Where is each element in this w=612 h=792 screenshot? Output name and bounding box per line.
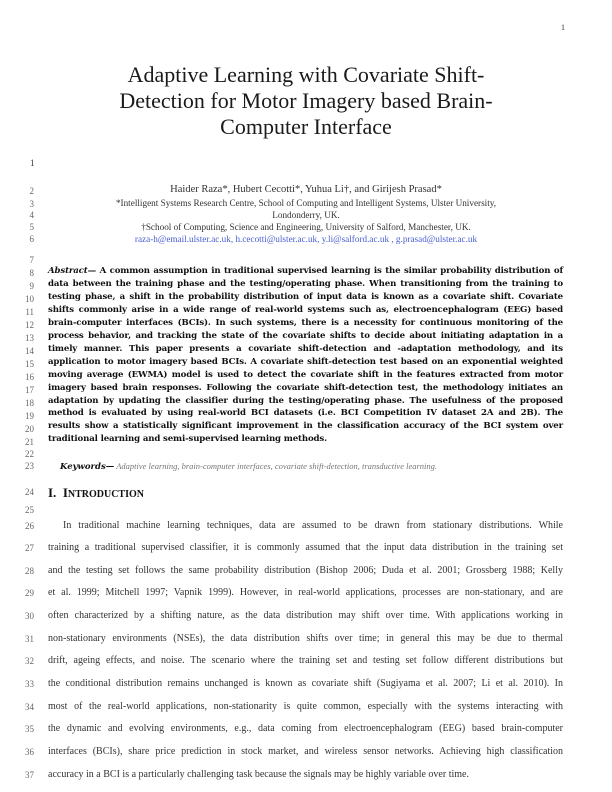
line-number: 28 [25, 566, 34, 576]
line-number: 32 [25, 656, 34, 666]
title-line: Detection for Motor Imagery based Brain- [119, 88, 493, 113]
line-number: 37 [25, 770, 34, 780]
line-number: 4 [29, 210, 35, 220]
section-heading: I. INTRODUCTION [48, 485, 144, 501]
line-number: 18 [25, 398, 34, 408]
line-number: 12 [25, 320, 34, 330]
line-number: 23 [25, 461, 34, 471]
line-number: 29 [25, 588, 34, 598]
line-number: 2 [29, 186, 35, 196]
line-number: 27 [25, 543, 34, 553]
page-number: 1 [561, 23, 565, 32]
title-line: Adaptive Learning with Covariate Shift- [127, 62, 485, 87]
line-number: 10 [25, 294, 34, 304]
body-line: non-stationary environments (NSEs), the … [48, 633, 563, 644]
body-line: interfaces (BCIs), share price predictio… [48, 746, 563, 757]
body-line: the dynamic and evolving environments, e… [48, 723, 563, 734]
line-number: 6 [29, 234, 35, 244]
line-number: 9 [29, 281, 35, 291]
line-number: 21 [25, 437, 34, 447]
author-emails[interactable]: raza-h@email.ulster.ac.uk, h.cecotti@uls… [80, 234, 532, 244]
keywords-text: Adaptive learning, brain-computer interf… [114, 461, 438, 471]
line-number: 3 [29, 199, 35, 209]
line-number: 16 [25, 372, 34, 382]
author-list: Haider Raza*, Hubert Cecotti*, Yuhua Li†… [170, 184, 442, 195]
line-number: 35 [25, 724, 34, 734]
line-number: 31 [25, 634, 34, 644]
paper-title: Adaptive Learning with Covariate Shift- … [60, 62, 552, 140]
body-line: accuracy in a BCI is a particularly chal… [48, 769, 469, 780]
body-line: often characterized by a shifting nature… [48, 610, 563, 621]
line-number: 30 [25, 611, 34, 621]
line-number: 33 [25, 679, 34, 689]
keywords-label: Keywords— [60, 462, 115, 472]
line-number: 14 [25, 346, 34, 356]
abstract-label: Abstract— [48, 266, 97, 276]
keywords: Keywords— Adaptive learning, brain-compu… [60, 461, 437, 472]
section-title-rest: NTRODUCTION [67, 489, 144, 500]
line-number: 34 [25, 702, 34, 712]
section-number: I. [48, 485, 57, 500]
line-number: 20 [25, 424, 34, 434]
line-number: 7 [29, 255, 35, 265]
line-number: 11 [25, 307, 34, 317]
line-number: 1 [30, 158, 35, 168]
line-number: 25 [25, 505, 34, 515]
affiliation: Londonderry, UK. [272, 210, 340, 220]
line-number: 19 [25, 411, 34, 421]
affiliation: †School of Computing, Science and Engine… [141, 222, 471, 232]
line-number: 17 [25, 385, 34, 395]
line-number: 5 [29, 222, 35, 232]
abstract: Abstract— A common assumption in traditi… [48, 265, 563, 446]
body-line: In traditional machine learning techniqu… [63, 520, 563, 531]
body-line: training a traditional supervised classi… [48, 542, 563, 553]
affiliation: *Intelligent Systems Research Centre, Sc… [115, 198, 497, 208]
body-line: drift, ageing effects, and noise. The sc… [48, 655, 563, 666]
title-line: Computer Interface [220, 114, 392, 139]
line-number: 13 [25, 333, 34, 343]
line-number: 24 [25, 487, 34, 497]
line-number: 36 [25, 747, 34, 757]
line-number: 22 [25, 449, 34, 459]
body-line: and the testing set follows the same pro… [48, 565, 563, 576]
line-number: 15 [25, 359, 34, 369]
line-number: 26 [25, 521, 34, 531]
body-line: the conditional distribution remains unc… [48, 678, 563, 689]
body-line: most of the real-world applications, non… [48, 701, 563, 712]
body-line: et al. 1999; Mitchell 1997; Vapnik 1999)… [48, 587, 563, 598]
line-number: 8 [29, 268, 35, 278]
abstract-text: A common assumption in traditional super… [48, 266, 563, 445]
